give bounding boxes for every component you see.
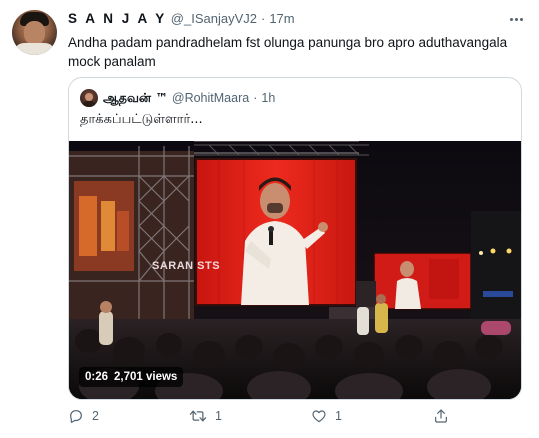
heart-icon (312, 410, 326, 423)
quote-display-name[interactable]: ஆதவன் ™ (103, 90, 168, 107)
separator-dot: · (253, 91, 258, 105)
timestamp[interactable]: 17m (269, 11, 294, 26)
video-frame (69, 141, 521, 399)
action-bar: 2 1 1 (68, 406, 523, 426)
quote-user-handle[interactable]: @RohitMaara (172, 91, 249, 105)
quote-text: தாக்கப்பட்டுள்ளார்... (80, 112, 203, 127)
avatar-face (24, 21, 45, 45)
retweet-button[interactable]: 1 (189, 406, 222, 426)
share-button[interactable] (433, 406, 449, 426)
avatar-shirt (14, 43, 55, 55)
user-handle[interactable]: @_ISanjayVJ2 (171, 11, 257, 26)
video-player[interactable]: SARAN STS 0:26 2,701 views (69, 141, 521, 399)
tweet[interactable]: S A N J A Y @_ISanjayVJ2 · 17m Andha pad… (0, 0, 539, 438)
like-button[interactable]: 1 (311, 406, 342, 426)
video-watermark: SARAN STS (152, 260, 221, 272)
video-views: 2,701 views (114, 371, 178, 383)
like-count: 1 (335, 409, 342, 423)
retweet-icon (189, 410, 207, 422)
retweet-count: 1 (215, 409, 222, 423)
video-stats-badge: 0:26 2,701 views (79, 367, 184, 387)
share-icon (435, 409, 447, 423)
separator-dot: · (260, 11, 266, 26)
tweet-header: S A N J A Y @_ISanjayVJ2 · 17m (68, 11, 295, 29)
quote-header: ஆதவன் ™ @RohitMaara · 1h (103, 90, 275, 107)
reply-count: 2 (92, 409, 99, 423)
display-name[interactable]: S A N J A Y (68, 11, 167, 26)
quote-timestamp[interactable]: 1h (261, 91, 275, 105)
avatar[interactable] (12, 10, 57, 55)
tweet-text: Andha padam pandradhelam fst olunga panu… (68, 35, 508, 69)
quoted-tweet[interactable]: ஆதவன் ™ @RohitMaara · 1h தாக்கப்பட்டுள்ள… (68, 77, 522, 400)
quote-avatar[interactable] (80, 89, 98, 107)
more-icon[interactable] (505, 11, 527, 27)
reply-button[interactable]: 2 (68, 406, 99, 426)
reply-icon (70, 410, 82, 423)
video-duration: 0:26 (85, 371, 109, 383)
